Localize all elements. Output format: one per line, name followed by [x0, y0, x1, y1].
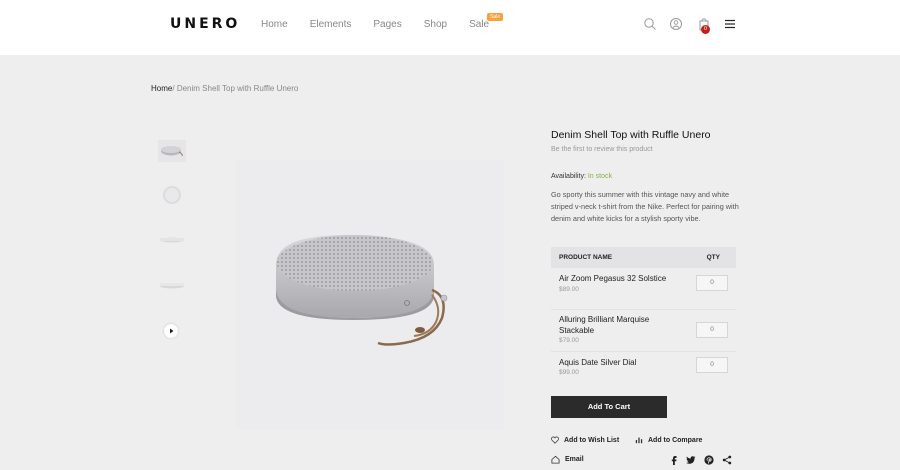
- nav-shop[interactable]: Shop: [424, 19, 447, 30]
- product-title: Denim Shell Top with Ruffle Unero: [551, 129, 711, 141]
- heart-icon: [551, 436, 559, 444]
- add-to-wishlist-link[interactable]: Add to Wish List: [551, 436, 619, 444]
- compare-label: Add to Compare: [648, 436, 703, 444]
- email-link[interactable]: Email: [551, 455, 584, 464]
- product-thumbnail[interactable]: [158, 274, 186, 296]
- search-icon[interactable]: [643, 17, 657, 31]
- table-row: Alluring Brilliant Marquise Stackable $7…: [551, 310, 736, 352]
- stock-status: In stock: [587, 173, 612, 180]
- table-header: PRODUCT NAME QTY: [551, 247, 736, 268]
- row-product-name[interactable]: Aquis Date Silver Dial: [559, 357, 679, 368]
- product-thumbnail[interactable]: [158, 184, 186, 206]
- menu-icon[interactable]: [723, 17, 737, 31]
- speaker-product-image: [276, 235, 448, 346]
- twitter-icon[interactable]: [686, 455, 696, 465]
- play-arrow-icon: [170, 328, 174, 334]
- product-main-image[interactable]: [236, 160, 504, 430]
- facebook-icon[interactable]: [669, 455, 679, 465]
- row-product-name[interactable]: Air Zoom Pegasus 32 Solstice: [559, 273, 679, 284]
- product-description: Go sporty this summer with this vintage …: [551, 190, 739, 223]
- cart-count-badge: 0: [701, 25, 710, 34]
- thumbnail-next-button[interactable]: [164, 324, 178, 338]
- breadcrumb: Home/ Denim Shell Top with Ruffle Unero: [151, 84, 298, 93]
- nav-sale[interactable]: Sale Sale: [469, 13, 504, 30]
- table-row: Aquis Date Silver Dial $99.00 0: [551, 352, 736, 394]
- speaker-top-thumbnail-image: [163, 186, 181, 204]
- wishlist-label: Add to Wish List: [564, 436, 620, 444]
- site-logo[interactable]: UNERO: [170, 16, 240, 32]
- breadcrumb-current: Denim Shell Top with Ruffle Unero: [176, 84, 299, 93]
- speaker-flat-thumbnail-image: [160, 283, 184, 289]
- column-qty: QTY: [706, 254, 720, 261]
- grouped-products-table: PRODUCT NAME QTY Air Zoom Pegasus 32 Sol…: [551, 247, 736, 394]
- row-product-price: $99.00: [559, 369, 579, 376]
- email-label: Email: [565, 456, 584, 463]
- site-header: UNERO Home Elements Pages Shop Sale Sale…: [0, 0, 900, 55]
- nav-home[interactable]: Home: [261, 19, 288, 30]
- pinterest-icon[interactable]: [704, 455, 714, 465]
- sale-badge: Sale: [487, 13, 504, 21]
- nav-pages[interactable]: Pages: [373, 19, 401, 30]
- row-product-price: $79.00: [559, 337, 579, 344]
- review-link[interactable]: Be the first to review this product: [551, 146, 653, 153]
- availability-label: Availability:: [551, 173, 586, 180]
- speaker-side-thumbnail-image: [160, 237, 184, 243]
- add-to-compare-link[interactable]: Add to Compare: [635, 436, 702, 444]
- qty-input[interactable]: 0: [696, 357, 728, 373]
- main-nav: Home Elements Pages Shop Sale Sale: [261, 13, 504, 30]
- qty-input[interactable]: 0: [696, 275, 728, 291]
- availability: Availability: In stock: [551, 173, 612, 180]
- product-thumbnail[interactable]: [158, 140, 186, 162]
- speaker-thumbnail-image: [161, 146, 183, 157]
- product-thumbnail[interactable]: [158, 229, 186, 251]
- add-to-cart-button[interactable]: Add To Cart: [551, 396, 667, 418]
- table-row: Air Zoom Pegasus 32 Solstice $89.00 0: [551, 268, 736, 310]
- nav-elements[interactable]: Elements: [310, 19, 352, 30]
- breadcrumb-home[interactable]: Home: [151, 84, 172, 93]
- column-product-name: PRODUCT NAME: [559, 254, 613, 261]
- compare-bars-icon: [635, 437, 643, 444]
- user-icon[interactable]: [669, 17, 683, 31]
- breadcrumb-separator: /: [172, 84, 175, 93]
- nav-sale-label: Sale: [469, 19, 490, 30]
- row-product-name[interactable]: Alluring Brilliant Marquise Stackable: [559, 314, 679, 336]
- qty-input[interactable]: 0: [696, 322, 728, 338]
- row-product-price: $89.00: [559, 286, 579, 293]
- email-home-icon: [551, 455, 560, 464]
- share-icon[interactable]: [722, 455, 732, 465]
